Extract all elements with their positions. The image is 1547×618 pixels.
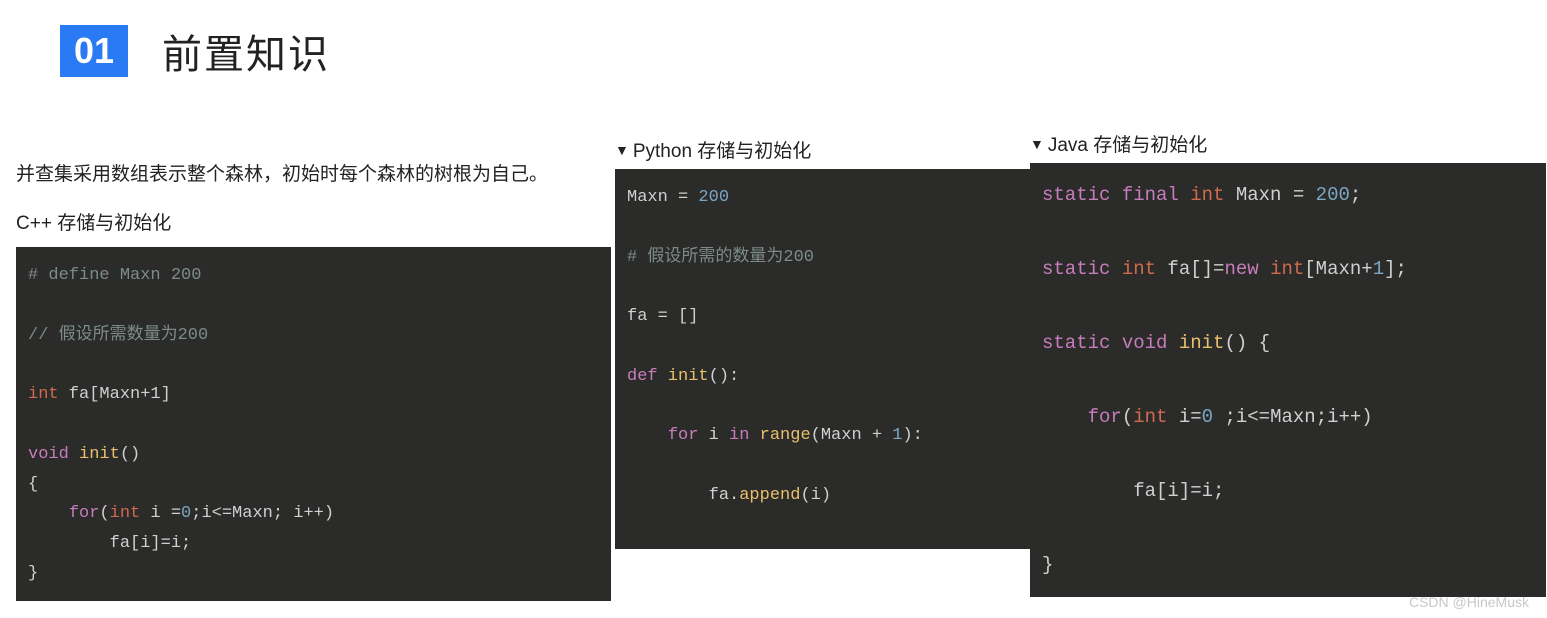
code-text: int bbox=[1133, 406, 1167, 428]
code-text: ( bbox=[1122, 406, 1133, 428]
code-text: init bbox=[69, 445, 120, 464]
python-subhead: Python 存储与初始化 bbox=[633, 141, 811, 162]
code-text: } bbox=[1042, 554, 1053, 576]
code-text: int bbox=[28, 385, 59, 404]
code-text: # define Maxn 200 bbox=[28, 266, 201, 285]
code-text: new bbox=[1224, 258, 1258, 280]
code-text: ]; bbox=[1384, 258, 1407, 280]
code-text: (): bbox=[709, 367, 740, 386]
column-java: ▼Java 存储与初始化 static final int Maxn = 200… bbox=[1030, 130, 1546, 597]
code-text: i bbox=[698, 426, 729, 445]
code-text: void bbox=[28, 445, 69, 464]
code-text: in bbox=[729, 426, 749, 445]
code-text: [Maxn+ bbox=[1304, 258, 1372, 280]
code-text: // 假设所需数量为200 bbox=[28, 326, 208, 345]
code-text: static bbox=[1042, 184, 1110, 206]
code-text bbox=[1042, 406, 1088, 428]
code-text: ;i<=Maxn; i++) bbox=[191, 504, 334, 523]
code-text: # 假设所需的数量为200 bbox=[627, 248, 814, 267]
code-text: int bbox=[1110, 258, 1156, 280]
code-text: final bbox=[1110, 184, 1178, 206]
code-text: i = bbox=[140, 504, 181, 523]
code-text: fa[i]=i; bbox=[1042, 480, 1224, 502]
code-text: append bbox=[739, 486, 800, 505]
cpp-subhead: C++ 存储与初始化 bbox=[16, 208, 615, 235]
code-text: } bbox=[28, 564, 38, 583]
java-code-block: static final int Maxn = 200; static int … bbox=[1030, 163, 1546, 597]
code-text: ): bbox=[902, 426, 922, 445]
code-text: () { bbox=[1224, 332, 1270, 354]
section-number-badge: 01 bbox=[60, 25, 128, 77]
column-python: ▼Python 存储与初始化 Maxn = 200 # 假设所需的数量为200 … bbox=[615, 130, 1030, 549]
code-text: i= bbox=[1167, 406, 1201, 428]
code-text: void bbox=[1110, 332, 1167, 354]
code-text: ; bbox=[1350, 184, 1361, 206]
code-text: 1 bbox=[1373, 258, 1384, 280]
code-text: fa = [] bbox=[627, 307, 698, 326]
code-text: int bbox=[1179, 184, 1225, 206]
code-text: ;i<=Maxn;i++) bbox=[1213, 406, 1373, 428]
watermark: CSDN @HineMusk bbox=[1409, 594, 1529, 610]
code-text: 1 bbox=[892, 426, 902, 445]
code-text: init bbox=[658, 367, 709, 386]
java-disclosure[interactable]: ▼Java 存储与初始化 bbox=[1030, 130, 1546, 157]
intro-paragraph: 并查集采用数组表示整个森林，初始时每个森林的树根为自己。 bbox=[16, 160, 615, 190]
column-cpp: 并查集采用数组表示整个森林，初始时每个森林的树根为自己。 C++ 存储与初始化 … bbox=[0, 130, 615, 601]
code-text: init bbox=[1167, 332, 1224, 354]
code-text: 200 bbox=[698, 188, 729, 207]
code-text: static bbox=[1042, 258, 1110, 280]
code-text: (i) bbox=[800, 486, 831, 505]
code-text: fa[i]=i; bbox=[28, 534, 191, 553]
code-text: for bbox=[668, 426, 699, 445]
code-text: Maxn = bbox=[627, 188, 698, 207]
code-text: ( bbox=[99, 504, 109, 523]
code-text: fa[Maxn+1] bbox=[59, 385, 171, 404]
code-text: def bbox=[627, 367, 658, 386]
cpp-code-block: # define Maxn 200 // 假设所需数量为200 int fa[M… bbox=[16, 247, 611, 600]
code-text: static bbox=[1042, 332, 1110, 354]
triangle-icon: ▼ bbox=[1030, 136, 1044, 152]
code-text: () bbox=[120, 445, 140, 464]
code-text bbox=[627, 426, 668, 445]
code-text: 0 bbox=[181, 504, 191, 523]
triangle-icon: ▼ bbox=[615, 142, 629, 158]
code-text: 0 bbox=[1202, 406, 1213, 428]
code-text: fa[]= bbox=[1156, 258, 1224, 280]
java-subhead: Java 存储与初始化 bbox=[1048, 135, 1207, 156]
code-text bbox=[749, 426, 759, 445]
code-text: fa. bbox=[627, 486, 739, 505]
section-title: 前置知识 bbox=[162, 22, 330, 80]
code-text: (Maxn + bbox=[811, 426, 893, 445]
code-text: int bbox=[110, 504, 141, 523]
content-columns: 并查集采用数组表示整个森林，初始时每个森林的树根为自己。 C++ 存储与初始化 … bbox=[0, 130, 1547, 601]
code-text: range bbox=[760, 426, 811, 445]
code-text bbox=[28, 504, 69, 523]
code-text: 200 bbox=[1316, 184, 1350, 206]
python-code-block: Maxn = 200 # 假设所需的数量为200 fa = [] def ini… bbox=[615, 169, 1030, 549]
code-text: for bbox=[69, 504, 100, 523]
code-text: for bbox=[1088, 406, 1122, 428]
code-text: Maxn = bbox=[1224, 184, 1315, 206]
code-text: { bbox=[28, 475, 38, 494]
python-disclosure[interactable]: ▼Python 存储与初始化 bbox=[615, 136, 1030, 163]
code-text: int bbox=[1259, 258, 1305, 280]
section-header: 01 前置知识 bbox=[0, 0, 1547, 80]
